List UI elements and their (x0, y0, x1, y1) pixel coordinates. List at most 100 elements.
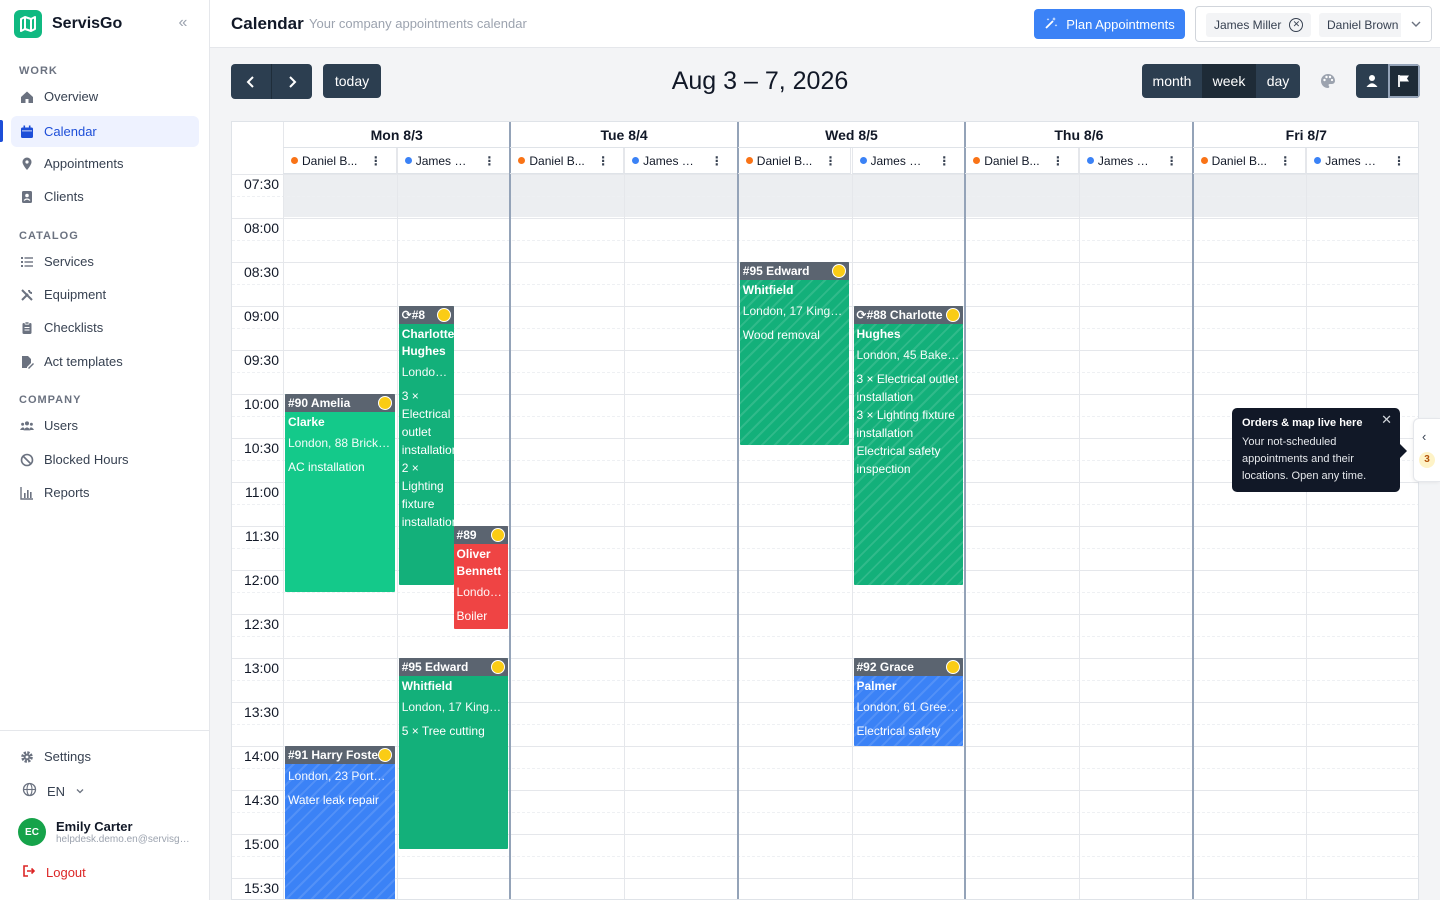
list-icon (20, 255, 34, 269)
week-calendar: Mon 8/3 Daniel B... ⋮ James M... ⋮ Tue 8/4 Dan… (231, 121, 1419, 900)
sidebar-item-users[interactable]: Users (11, 410, 199, 441)
sidebar-item-label: Blocked Hours (44, 452, 129, 467)
resource-header[interactable]: James M... ⋮ (851, 148, 966, 174)
day-header: Tue 8/4 (510, 122, 738, 148)
grid-line (232, 636, 1418, 637)
grid-line (232, 240, 1418, 241)
event-service: 3 × Electrical outlet installation 3 × L… (856, 372, 959, 476)
orders-panel-toggle[interactable]: ‹ 3 (1413, 418, 1440, 482)
time-label: 11:30 (245, 528, 279, 544)
event-service: 3 × Electrical outlet installation 2 × L… (401, 389, 454, 529)
resource-filter[interactable]: James Miller ✕ Daniel Brown (1195, 6, 1432, 42)
calendar-mode (1356, 64, 1420, 98)
chevron-down-icon[interactable] (1401, 7, 1431, 41)
more-vertical-icon[interactable]: ⋮ (938, 154, 950, 168)
more-vertical-icon[interactable]: ⋮ (483, 154, 495, 168)
grid-line (232, 174, 1418, 175)
resource-header[interactable]: James M... ⋮ (396, 148, 511, 174)
week-view-button[interactable]: week (1202, 64, 1256, 98)
sidebar-item-label: Settings (44, 749, 91, 764)
resource-color-dot (518, 157, 526, 164)
appointment-event[interactable]: ⟳ #88 Charlotte Hughes London, 45 Baker St… (853, 306, 964, 585)
tooltip-body: Your not-scheduled appointments and thei… (1242, 436, 1367, 482)
chevron-right-icon (289, 75, 297, 88)
event-client: Hughes (856, 327, 901, 341)
appointment-event[interactable]: #95 Edward Whitfield London, 17 Kingsley R… (398, 658, 509, 849)
resource-header[interactable]: James M... ⋮ (1078, 148, 1193, 174)
time-label: 13:00 (243, 660, 279, 676)
time-label: 15:30 (243, 880, 279, 896)
more-vertical-icon[interactable]: ⋮ (597, 154, 609, 168)
palette-icon[interactable] (1318, 71, 1338, 91)
sidebar-item-label: Overview (44, 89, 99, 104)
resource-header[interactable]: Daniel B... ⋮ (283, 148, 397, 174)
more-vertical-icon[interactable]: ⋮ (370, 154, 382, 168)
flag-mode-button[interactable] (1388, 64, 1420, 98)
sidebar-item-appointments[interactable]: Appointments (11, 148, 199, 179)
resource-header[interactable]: Daniel B... ⋮ (737, 148, 852, 174)
user-mode-button[interactable] (1356, 64, 1388, 98)
more-vertical-icon[interactable]: ⋮ (711, 154, 723, 168)
grid-line (1306, 148, 1308, 899)
resource-header[interactable]: Daniel B... ⋮ (965, 148, 1079, 174)
close-icon[interactable]: ✕ (1381, 412, 1392, 428)
sidebar-item-settings[interactable]: Settings (11, 741, 199, 772)
appointment-event[interactable]: #95 Edward Whitfield London, 17 Kingsley R… (739, 262, 850, 446)
resource-header[interactable]: Daniel B... ⋮ (510, 148, 625, 174)
day-divider (509, 122, 512, 899)
sidebar-item-blocked-hours[interactable]: Blocked Hours (11, 444, 199, 475)
event-title: #91 Harry Foster (288, 748, 383, 762)
day-view-button[interactable]: day (1256, 64, 1300, 98)
appointment-event[interactable]: ⟳ #8 Charlotte Hughes London, 45 Baker Str… (398, 306, 454, 585)
sidebar-item-services[interactable]: Services (11, 246, 199, 277)
more-vertical-icon[interactable]: ⋮ (1393, 154, 1405, 168)
resource-header[interactable]: James M... ⋮ (624, 148, 738, 174)
plan-appointments-button[interactable]: Plan Appointments (1034, 9, 1185, 39)
status-dot (946, 660, 961, 674)
time-label: 13:30 (243, 704, 279, 720)
prev-week-button[interactable] (231, 64, 272, 99)
resource-name: Daniel B... (756, 153, 813, 168)
month-view-button[interactable]: month (1142, 64, 1202, 98)
sidebar-item-act-templates[interactable]: Act templates (11, 346, 199, 377)
sidebar-item-reports[interactable]: Reports (11, 477, 199, 508)
appointment-event[interactable]: #90 Amelia Clarke London, 88 Brick Lane AC … (285, 394, 395, 592)
next-week-button[interactable] (272, 64, 312, 99)
user-profile[interactable]: EC Emily Carter helpdesk.demo.en@servisg… (18, 818, 192, 846)
more-vertical-icon[interactable]: ⋮ (1279, 154, 1291, 168)
globe-icon (22, 782, 37, 800)
appointment-event[interactable]: #91 Harry Foster London, 23 Portobello Ro… (285, 746, 395, 899)
flag-icon (1398, 75, 1409, 87)
event-title: #95 Edward (401, 660, 469, 674)
time-label: 10:00 (243, 396, 279, 412)
language-selector[interactable]: EN (22, 782, 85, 800)
remove-chip-icon[interactable]: ✕ (1289, 18, 1304, 32)
sidebar-item-checklists[interactable]: Checklists (11, 312, 199, 343)
time-label: 08:30 (243, 264, 279, 280)
sidebar-item-calendar[interactable]: Calendar (11, 116, 199, 147)
sidebar-item-clients[interactable]: Clients (11, 181, 199, 212)
today-button[interactable]: today (323, 64, 381, 98)
sidebar: ServisGo « WORK Overview Calendar Appoin… (0, 0, 210, 900)
resource-header[interactable]: James M... ⋮ (1306, 148, 1418, 174)
more-vertical-icon[interactable]: ⋮ (1052, 154, 1064, 168)
event-address: London, 17 Kingsley Road (401, 700, 509, 714)
resource-header[interactable]: Daniel B... ⋮ (1192, 148, 1307, 174)
appointment-event[interactable]: #92 Grace Palmer London, 61 Greenwich High… (853, 658, 964, 746)
resource-name: James M... (643, 153, 700, 168)
time-label: 12:30 (243, 616, 279, 632)
sidebar-item-equipment[interactable]: Equipment (11, 279, 199, 310)
collapse-sidebar-icon[interactable]: « (174, 14, 192, 32)
more-vertical-icon[interactable]: ⋮ (1166, 154, 1178, 168)
filter-chip: James Miller ✕ (1206, 13, 1312, 37)
grid-line (1078, 148, 1080, 899)
appointment-event[interactable]: #89 Oliver Bennett London, 12 Oxford Rd Boi… (453, 526, 509, 629)
more-vertical-icon[interactable]: ⋮ (824, 154, 836, 168)
event-address: London, 12 Oxford Rd (456, 585, 509, 599)
logout-button[interactable]: Logout (22, 864, 86, 881)
clipboard-icon (20, 320, 34, 335)
event-service: Water leak repair (288, 793, 379, 807)
sidebar-item-overview[interactable]: Overview (11, 81, 199, 112)
app-logo[interactable]: ServisGo (14, 10, 122, 38)
sidebar-item-label: Equipment (44, 287, 107, 302)
